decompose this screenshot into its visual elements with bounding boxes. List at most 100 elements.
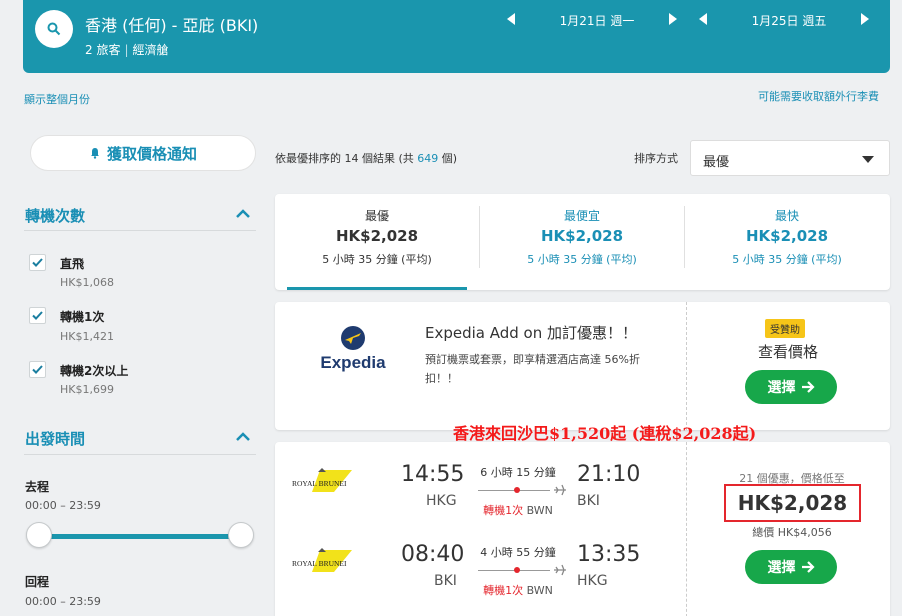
ad-select-button[interactable]: 選擇 [745, 370, 837, 404]
chevron-down-icon [862, 156, 874, 163]
return-date[interactable]: 1月25日 週五 [719, 12, 859, 29]
divider [686, 442, 687, 616]
royal-brunei-logo-icon: ROYAL BRUNEI [292, 548, 352, 572]
search-button[interactable] [35, 10, 73, 48]
via-airport: BWN [526, 504, 553, 517]
stop-dot [514, 567, 520, 573]
stops-checkbox-direct[interactable] [29, 254, 46, 271]
return-stops: 轉機1次 BWN [468, 582, 568, 598]
divider [24, 230, 256, 231]
outbound-depart-time: 14:55 [401, 462, 465, 487]
tab-price: HK$2,028 [745, 227, 829, 245]
travelers-text: 2 旅客 [85, 43, 121, 57]
price-alert-button[interactable]: 獲取價格通知 [30, 135, 256, 171]
tab-title: 最優 [364, 209, 389, 223]
prev-return-date-icon[interactable] [699, 13, 707, 25]
expedia-logo-icon: Expedia [320, 326, 386, 372]
search-summary-bar[interactable]: 香港 (任何) - 亞庇 (BKI) 2 旅客 | 經濟艙 1月21日 週一 1月2… [23, 0, 890, 73]
slider-handle-end[interactable] [228, 522, 254, 548]
outbound-time-slider[interactable] [38, 534, 242, 539]
arrow-right-icon [801, 561, 815, 573]
price-alert-label: 獲取價格通知 [106, 144, 197, 163]
sort-label: 排序方式 [634, 152, 678, 165]
next-return-date-icon[interactable] [861, 13, 869, 25]
tab-cheapest[interactable]: 最便宜 HK$2,028 5 小時 35 分鐘 (平均) [480, 194, 684, 290]
times-filter-title[interactable]: 出發時間 [25, 428, 85, 449]
outbound-from-airport: HKG [426, 493, 457, 509]
total-results-link[interactable]: 649 [417, 152, 438, 165]
stop-dot [514, 487, 520, 493]
airline-name: ROYAL BRUNEI [292, 559, 347, 568]
airline-name: ROYAL BRUNEI [292, 479, 347, 488]
return-to-airport: HKG [577, 573, 608, 589]
outbound-time-range: 00:00 – 23:59 [25, 499, 101, 512]
return-duration: 4 小時 55 分鐘 [480, 546, 556, 559]
checkmark-icon [32, 365, 43, 374]
return-date-picker[interactable]: 1月25日 週五 [699, 12, 879, 34]
return-time-range: 00:00 – 23:59 [25, 595, 101, 608]
stops-label-one[interactable]: 轉機1次 [60, 308, 104, 325]
prev-depart-date-icon[interactable] [507, 13, 515, 25]
ad-description: 預訂機票或套票，即享精選酒店高達 56%折扣！！ [425, 353, 640, 385]
stops-label-two-plus[interactable]: 轉機2次以上 [60, 362, 128, 379]
stops-price-two-plus: HK$1,699 [60, 383, 114, 396]
divider [24, 454, 256, 455]
bell-icon [90, 148, 99, 159]
results-summary: 依最優排序的 14 個結果 (共 649 個) [275, 150, 457, 166]
search-icon [47, 22, 61, 36]
route-text: 香港 (任何) - 亞庇 (BKI) [85, 16, 259, 35]
select-label: 選擇 [767, 380, 796, 396]
plane-icon [554, 564, 566, 576]
extra-fees-link[interactable]: 可能需要收取額外行李費 [758, 88, 879, 104]
depart-date[interactable]: 1月21日 週一 [527, 12, 667, 29]
stops-price-direct: HK$1,068 [60, 276, 114, 289]
promo-annotation: 香港來回沙巴$1,520起 (連稅$2,028起) [453, 424, 757, 443]
stops-count: 轉機1次 [483, 584, 524, 597]
return-from-airport: BKI [434, 573, 457, 589]
checkmark-icon [32, 311, 43, 320]
depart-date-picker[interactable]: 1月21日 週一 [507, 12, 687, 34]
return-depart-time: 08:40 [401, 542, 465, 567]
summary-suffix: 個) [438, 152, 458, 165]
stops-filter-title[interactable]: 轉機次數 [25, 205, 85, 226]
divider [686, 302, 687, 430]
stops-price-one: HK$1,421 [60, 330, 114, 343]
next-depart-date-icon[interactable] [669, 13, 677, 25]
tab-title: 最快 [774, 209, 799, 223]
arrow-right-icon [801, 381, 815, 393]
ad-title[interactable]: Expedia Add on 加訂優惠！！ [425, 322, 637, 343]
chevron-up-icon[interactable] [236, 209, 250, 219]
view-price-text: 查看價格 [757, 343, 818, 361]
show-whole-month-link[interactable]: 顯示整個月份 [24, 91, 90, 107]
tab-price: HK$2,028 [540, 227, 624, 245]
sort-tabs: 最優 HK$2,028 5 小時 35 分鐘 (平均) 最便宜 HK$2,028… [275, 194, 890, 290]
sort-dropdown[interactable]: 最優 [690, 140, 890, 176]
outbound-to-airport: BKI [577, 493, 600, 509]
stops-count: 轉機1次 [483, 504, 524, 517]
stops-label-direct[interactable]: 直飛 [60, 255, 84, 272]
outbound-duration: 6 小時 15 分鐘 [480, 466, 556, 479]
tab-duration: 5 小時 35 分鐘 (平均) [527, 253, 637, 266]
tab-fastest[interactable]: 最快 HK$2,028 5 小時 35 分鐘 (平均) [685, 194, 889, 290]
active-tab-indicator [287, 287, 467, 290]
sponsored-ad-card[interactable]: Expedia Expedia Add on 加訂優惠！！ 預訂機票或套票，即享… [275, 302, 890, 430]
slider-handle-start[interactable] [26, 522, 52, 548]
via-airport: BWN [526, 584, 553, 597]
sponsored-badge: 受贊助 [765, 319, 805, 338]
tab-duration: 5 小時 35 分鐘 (平均) [732, 253, 842, 266]
tab-best[interactable]: 最優 HK$2,028 5 小時 35 分鐘 (平均) [275, 194, 479, 290]
cabin-text: 經濟艙 [132, 43, 169, 57]
tab-title: 最便宜 [563, 209, 600, 223]
plane-icon [554, 484, 566, 496]
flight-select-button[interactable]: 選擇 [745, 550, 837, 584]
royal-brunei-logo-icon: ROYAL BRUNEI [292, 468, 352, 492]
return-time-label: 回程 [25, 575, 50, 589]
stops-checkbox-two-plus[interactable] [29, 361, 46, 378]
stops-checkbox-one[interactable] [29, 307, 46, 324]
total-price: 總價 HK$4,056 [752, 526, 832, 539]
chevron-up-icon[interactable] [236, 432, 250, 442]
flight-price: HK$2,028 [724, 484, 861, 522]
checkmark-icon [32, 258, 43, 267]
summary-prefix: 依最優排序的 14 個結果 (共 [275, 152, 418, 165]
sort-value: 最優 [703, 155, 730, 170]
